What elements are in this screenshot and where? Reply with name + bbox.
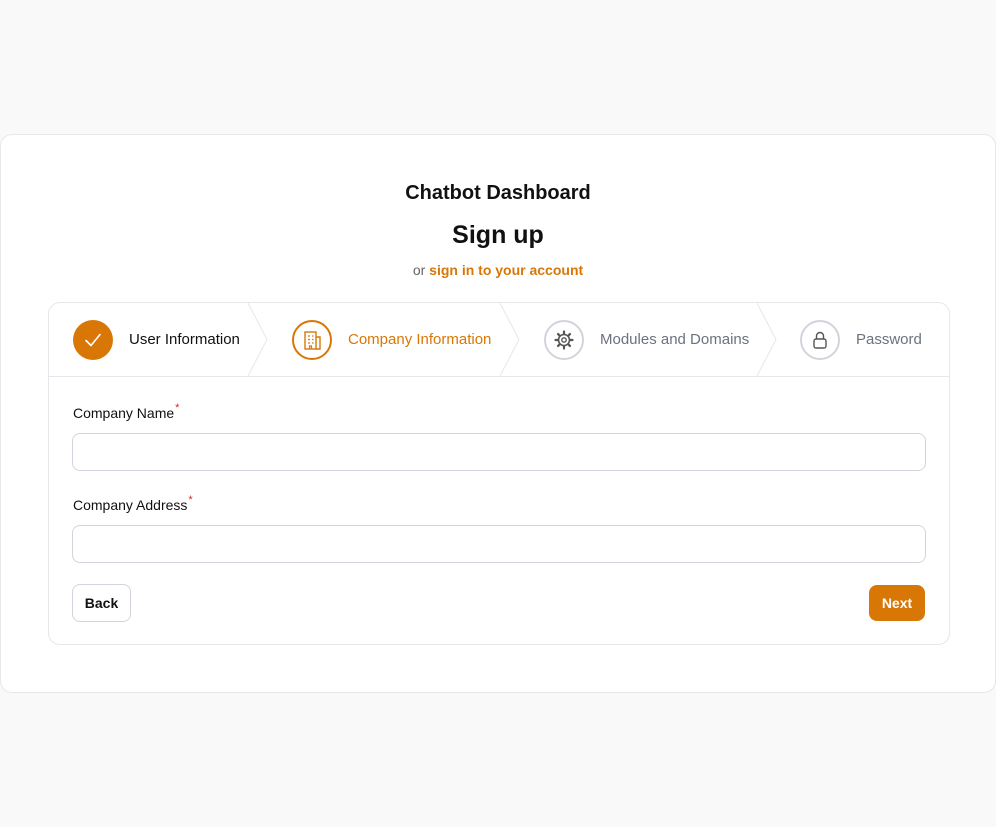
step-password[interactable]: Password <box>800 303 922 376</box>
app-title: Chatbot Dashboard <box>405 182 591 204</box>
lock-icon <box>800 319 840 360</box>
company-name-input[interactable] <box>72 433 926 471</box>
signin-link[interactable]: sign in to your account <box>429 262 583 278</box>
step-label: Company Information <box>348 331 492 348</box>
next-button[interactable]: Next <box>869 585 925 621</box>
step-separator <box>757 303 777 376</box>
company-name-label: Company Name* <box>73 402 180 421</box>
step-label: User Information <box>129 331 240 348</box>
required-mark: * <box>188 494 193 506</box>
back-button[interactable]: Back <box>72 584 131 622</box>
step-separator <box>248 303 268 376</box>
signin-prompt: or sign in to your account <box>1 262 995 278</box>
company-name-label-text: Company Name <box>73 405 175 421</box>
company-address-label: Company Address* <box>73 494 193 513</box>
page-title: Sign up <box>452 221 544 249</box>
company-address-input[interactable] <box>72 525 926 563</box>
gear-icon <box>544 319 584 360</box>
step-label: Password <box>856 331 922 348</box>
step-label: Modules and Domains <box>600 331 750 348</box>
required-mark: * <box>175 402 180 414</box>
signup-wizard: User Information Company Information Mod… <box>48 302 950 645</box>
step-user-information[interactable]: User Information <box>73 303 240 376</box>
company-address-label-text: Company Address <box>73 497 188 513</box>
step-separator <box>500 303 520 376</box>
check-icon <box>73 319 113 360</box>
building-icon <box>292 319 332 360</box>
step-company-information[interactable]: Company Information <box>292 303 491 376</box>
step-modules-and-domains[interactable]: Modules and Domains <box>544 303 749 376</box>
stepper: User Information Company Information Mod… <box>49 303 949 377</box>
signup-card: Chatbot Dashboard Sign up or sign in to … <box>0 134 996 693</box>
signin-prefix: or <box>412 262 426 278</box>
